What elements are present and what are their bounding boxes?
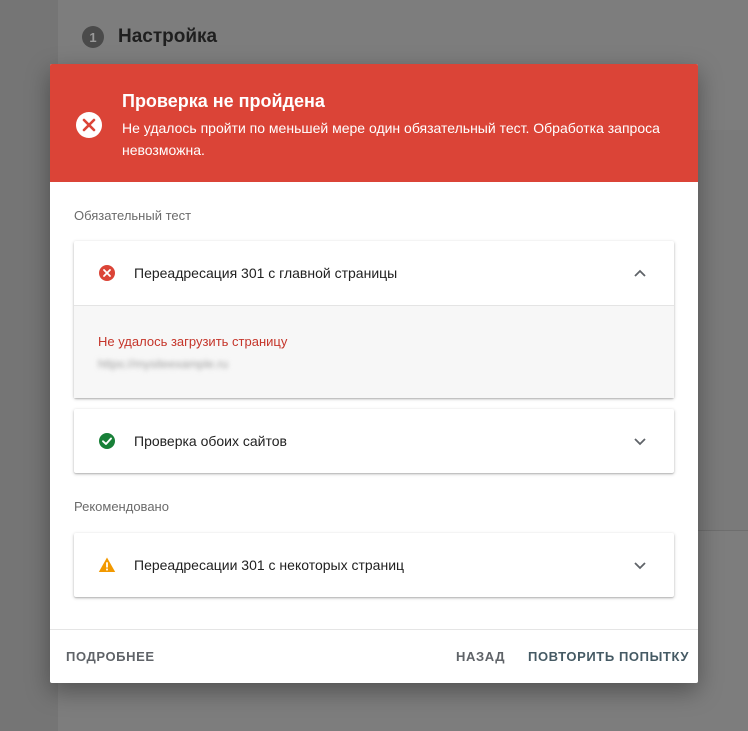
test-card-header[interactable]: Проверка обоих сайтов [74, 409, 674, 473]
chevron-down-icon[interactable] [632, 433, 648, 449]
test-card-redirect-home: Переадресация 301 с главной страницы Не … [74, 241, 674, 398]
warning-icon [98, 556, 116, 574]
test-url: https://mysiteexample.ru [98, 357, 229, 371]
chevron-up-icon[interactable] [632, 265, 648, 281]
test-details: Не удалось загрузить страницу https://my… [74, 305, 674, 398]
footer-divider [50, 629, 698, 630]
test-card-redirect-some: Переадресации 301 с некоторых страниц [74, 533, 674, 597]
dialog-header: Проверка не пройдена Не удалось пройти п… [50, 64, 698, 182]
dialog-message: Не удалось пройти по меньшей мере один о… [122, 120, 660, 158]
dialog-title: Проверка не пройдена [122, 91, 325, 111]
error-circle-icon [98, 264, 116, 282]
error-icon [76, 112, 102, 138]
test-card-both-sites: Проверка обоих сайтов [74, 409, 674, 473]
test-card-header[interactable]: Переадресации 301 с некоторых страниц [74, 533, 674, 597]
test-title: Проверка обоих сайтов [134, 433, 287, 449]
verification-dialog: Проверка не пройдена Не удалось пройти п… [50, 64, 698, 683]
details-button[interactable]: ПОДРОБНЕЕ [66, 649, 155, 664]
required-section-label: Обязательный тест [74, 208, 192, 223]
test-card-header[interactable]: Переадресация 301 с главной страницы [74, 241, 674, 305]
recommended-section-label: Рекомендовано [74, 499, 169, 514]
test-error-text: Не удалось загрузить страницу [98, 334, 288, 349]
chevron-down-icon[interactable] [632, 557, 648, 573]
retry-button[interactable]: ПОВТОРИТЬ ПОПЫТКУ [528, 649, 689, 664]
back-button[interactable]: НАЗАД [456, 649, 505, 664]
test-title: Переадресация 301 с главной страницы [134, 265, 398, 281]
step-title: Настройка [118, 26, 218, 47]
step-number-badge: 1 [82, 26, 104, 48]
check-circle-icon [98, 432, 116, 450]
test-title: Переадресации 301 с некоторых страниц [134, 557, 405, 573]
